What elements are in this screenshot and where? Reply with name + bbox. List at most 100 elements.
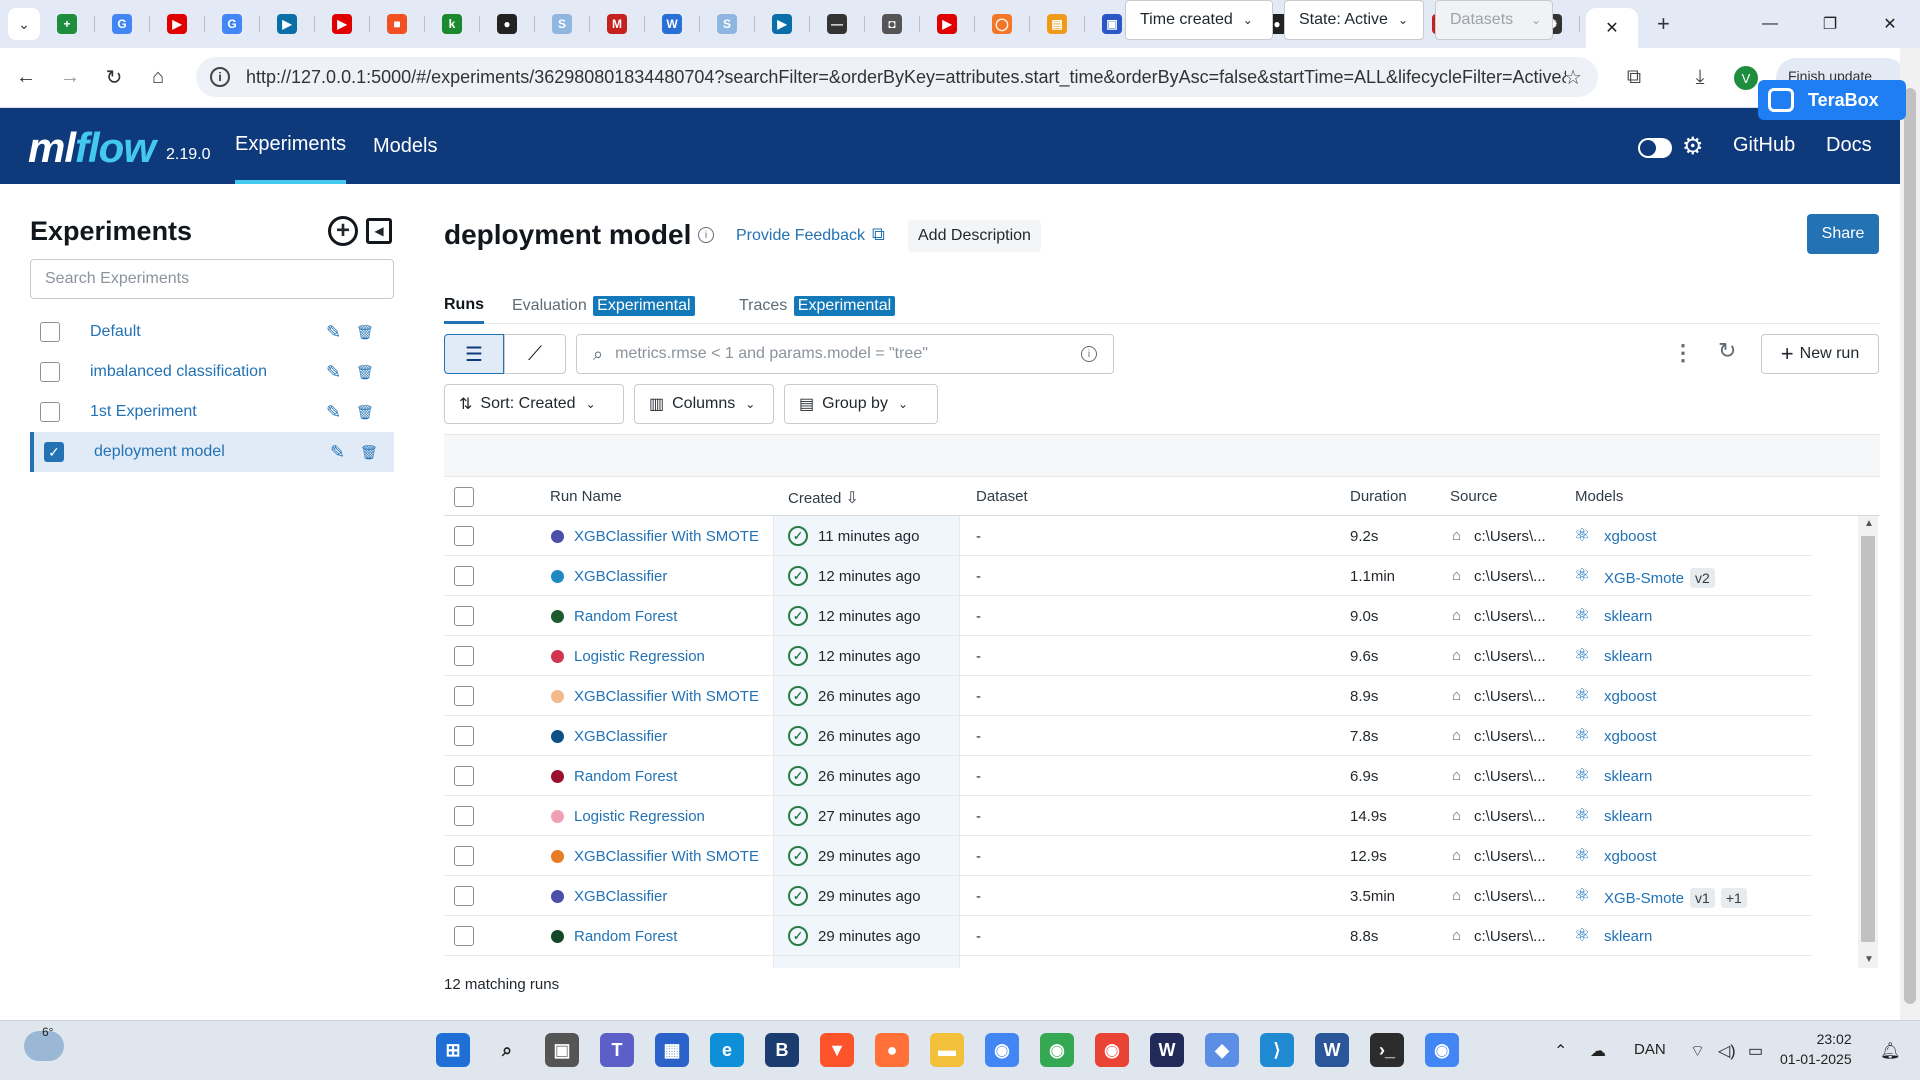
weather-widget[interactable]: 6° bbox=[24, 1025, 64, 1061]
teams-icon[interactable]: T bbox=[600, 1033, 634, 1067]
model-link[interactable]: xgboost bbox=[1604, 528, 1657, 545]
minimize-icon[interactable]: — bbox=[1740, 0, 1800, 48]
word-icon[interactable]: W bbox=[1315, 1033, 1349, 1067]
chart-view-icon[interactable]: ⟋ bbox=[504, 334, 566, 374]
columns-dropdown[interactable]: ▥ Columns ⌄ bbox=[634, 384, 774, 424]
run-name-link[interactable]: Logistic Regression bbox=[574, 808, 705, 825]
source-path[interactable]: c:\Users\... bbox=[1474, 928, 1546, 945]
source-path[interactable]: c:\Users\... bbox=[1474, 608, 1546, 625]
select-all-checkbox[interactable] bbox=[454, 487, 474, 507]
file-explorer-icon[interactable]: ▬ bbox=[930, 1033, 964, 1067]
run-name-link[interactable]: Random Forest bbox=[574, 928, 677, 945]
experiment-item[interactable]: 1st Experiment ✎ 🗑︎ bbox=[30, 392, 394, 432]
run-name-link[interactable]: XGBClassifier bbox=[574, 568, 667, 585]
run-color-dot[interactable] bbox=[551, 610, 564, 623]
terabox-extension-button[interactable]: TeraBox bbox=[1758, 80, 1906, 120]
source-path[interactable]: c:\Users\... bbox=[1474, 528, 1546, 545]
profile-avatar[interactable]: V bbox=[1734, 66, 1758, 90]
scroll-down-icon[interactable]: ▼ bbox=[1864, 954, 1874, 965]
chrome-icon[interactable]: ◉ bbox=[1425, 1033, 1459, 1067]
run-search-input[interactable] bbox=[615, 345, 1056, 363]
row-checkbox[interactable] bbox=[454, 726, 474, 746]
extensions-icon[interactable]: ⧉ bbox=[1617, 60, 1651, 94]
browser-tab[interactable]: G bbox=[101, 6, 150, 42]
mlflow-logo[interactable]: mlflow bbox=[28, 124, 156, 172]
model-link[interactable]: xgboost bbox=[1604, 728, 1657, 745]
row-checkbox[interactable] bbox=[454, 806, 474, 826]
task-view-icon[interactable]: ▣ bbox=[545, 1033, 579, 1067]
header-source[interactable]: Source bbox=[1450, 488, 1498, 505]
experiment-name[interactable]: imbalanced classification bbox=[90, 363, 267, 381]
row-checkbox[interactable] bbox=[454, 646, 474, 666]
edit-pencil-icon[interactable]: ✎ bbox=[326, 402, 341, 423]
browser-tab[interactable]: ■ bbox=[376, 6, 425, 42]
b-app-icon[interactable]: B bbox=[765, 1033, 799, 1067]
model-name[interactable]: xgboost bbox=[1604, 688, 1657, 705]
model-name[interactable]: sklearn bbox=[1604, 608, 1652, 625]
model-version-tag[interactable]: v1 bbox=[1690, 888, 1715, 908]
run-filter[interactable]: ⌕ i bbox=[576, 334, 1114, 374]
browser-tab[interactable]: ▶ bbox=[266, 6, 315, 42]
site-info-icon[interactable]: i bbox=[210, 67, 230, 87]
browser-tab[interactable]: ◯ bbox=[981, 6, 1030, 42]
source-path[interactable]: c:\Users\... bbox=[1474, 688, 1546, 705]
tab-search-chevron-icon[interactable]: ⌄ bbox=[8, 8, 40, 40]
run-name-link[interactable]: XGBClassifier bbox=[574, 888, 667, 905]
battery-icon[interactable]: ▭ bbox=[1748, 1041, 1763, 1061]
url-text[interactable]: http://127.0.0.1:5000/#/experiments/3629… bbox=[246, 67, 1566, 88]
wavelink-icon[interactable]: W bbox=[1150, 1033, 1184, 1067]
page-scrollbar-thumb[interactable] bbox=[1904, 88, 1916, 1004]
row-checkbox[interactable] bbox=[454, 526, 474, 546]
model-link[interactable]: sklearn bbox=[1604, 928, 1652, 945]
delete-trash-icon[interactable]: 🗑︎ bbox=[356, 324, 374, 341]
search-icon[interactable]: ⌕ bbox=[490, 1033, 524, 1067]
browser-tab[interactable]: k bbox=[431, 6, 480, 42]
edit-pencil-icon[interactable]: ✎ bbox=[326, 362, 341, 383]
edge-icon[interactable]: e bbox=[710, 1033, 744, 1067]
nav-models[interactable]: Models bbox=[373, 108, 437, 184]
more-options-icon[interactable]: ⋮ bbox=[1672, 340, 1694, 366]
git-icon[interactable]: ◆ bbox=[1205, 1033, 1239, 1067]
edit-pencil-icon[interactable]: ✎ bbox=[326, 322, 341, 343]
source-path[interactable]: c:\Users\... bbox=[1474, 808, 1546, 825]
model-name[interactable]: xgboost bbox=[1604, 848, 1657, 865]
search-experiments-input[interactable] bbox=[30, 259, 394, 299]
sort-dropdown[interactable]: ⇅ Sort: Created ⌄ bbox=[444, 384, 624, 424]
notifications-bell-icon[interactable]: 🔔︎ bbox=[1880, 1041, 1900, 1061]
group-by-dropdown[interactable]: ▤ Group by ⌄ bbox=[784, 384, 938, 424]
row-checkbox[interactable] bbox=[454, 886, 474, 906]
provide-feedback-link[interactable]: Provide Feedback bbox=[736, 227, 865, 245]
new-tab-button[interactable]: + bbox=[1657, 11, 1670, 37]
scroll-up-icon[interactable]: ▲ bbox=[1864, 518, 1874, 529]
chrome-icon[interactable]: ◉ bbox=[1040, 1033, 1074, 1067]
row-checkbox[interactable] bbox=[454, 566, 474, 586]
run-color-dot[interactable] bbox=[551, 730, 564, 743]
browser-tab[interactable]: ▶ bbox=[761, 6, 810, 42]
browser-tab[interactable]: — bbox=[816, 6, 865, 42]
tab-runs[interactable]: Runs bbox=[444, 296, 484, 324]
run-color-dot[interactable] bbox=[551, 650, 564, 663]
experiment-checkbox[interactable]: ✓ bbox=[44, 442, 64, 462]
source-path[interactable]: c:\Users\... bbox=[1474, 648, 1546, 665]
row-checkbox[interactable] bbox=[454, 686, 474, 706]
header-created[interactable]: Created ⇩ bbox=[788, 488, 859, 508]
model-name[interactable]: xgboost bbox=[1604, 728, 1657, 745]
network-cloud-icon[interactable]: ☁ bbox=[1590, 1041, 1606, 1061]
chrome-icon[interactable]: ◉ bbox=[985, 1033, 1019, 1067]
model-version-tag[interactable]: v2 bbox=[1690, 568, 1715, 588]
browser-tab[interactable]: M bbox=[596, 6, 645, 42]
refresh-icon[interactable]: ↻ bbox=[1718, 338, 1736, 364]
browser-tab[interactable]: S bbox=[541, 6, 590, 42]
model-name[interactable]: xgboost bbox=[1604, 528, 1657, 545]
browser-tab[interactable]: ▶ bbox=[156, 6, 205, 42]
run-color-dot[interactable] bbox=[551, 570, 564, 583]
browser-tab[interactable]: ▤ bbox=[1036, 6, 1085, 42]
close-window-icon[interactable]: ✕ bbox=[1860, 0, 1920, 48]
maximize-icon[interactable]: ❐ bbox=[1800, 0, 1860, 48]
model-version-tag[interactable]: +1 bbox=[1720, 888, 1747, 908]
model-name[interactable]: XGB-Smote bbox=[1604, 570, 1684, 587]
url-bar[interactable]: i http://127.0.0.1:5000/#/experiments/36… bbox=[196, 57, 1598, 97]
experiment-checkbox[interactable] bbox=[40, 322, 60, 342]
firefox-icon[interactable]: ● bbox=[875, 1033, 909, 1067]
tab-evaluation[interactable]: Evaluation Experimental bbox=[512, 296, 695, 316]
